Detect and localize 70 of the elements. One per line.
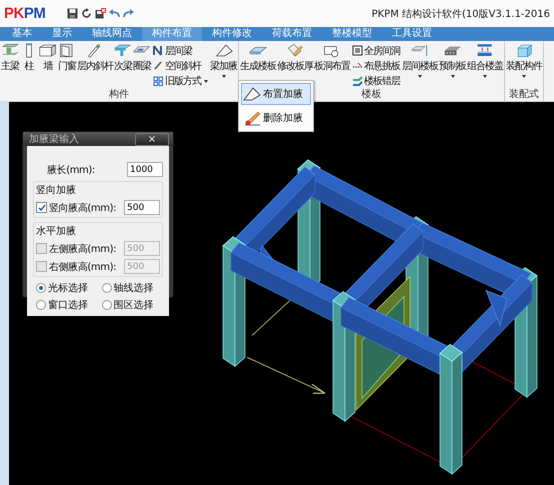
menu-item[interactable]: 删除加腋 [241,107,311,129]
field-label: 左侧腋高(mm): [49,242,116,256]
group-label: 构件 [109,89,129,101]
ribbon-button[interactable]: 旧版方式 [153,74,208,88]
ribbon-tab[interactable]: 构件修改 [202,27,262,41]
dropdown-arrow-icon [204,80,208,83]
ribbon-button[interactable]: 预制板 [439,43,466,89]
ribbon-tab[interactable]: 整楼模型 [322,27,382,41]
ribbon-button[interactable]: 柱 [20,43,38,89]
close-button[interactable]: × [135,132,169,146]
ribbon-button[interactable]: 板洞布置 [314,43,350,89]
field-label: 右侧腋高(mm): [49,260,116,274]
wedge-icon [243,86,261,102]
dropdown-arrow-icon [522,75,526,78]
composite-floor-icon [476,43,494,58]
ribbon-tab[interactable]: 基本 [2,27,42,41]
menu-item[interactable]: 布置加腋 [241,83,311,105]
refresh-icon[interactable] [81,8,92,19]
dialog-title: 加腋梁输入 [29,132,79,146]
group-title: 竖向加腋 [36,184,77,197]
ribbon-button[interactable]: 层内斜杆 [77,43,113,89]
dropdown-arrow-icon [483,75,487,78]
field-label: 竖向腋高(mm): [49,202,116,214]
rod-icon [153,60,164,72]
group-label: 楼板 [362,89,382,101]
dropdown-arrow-icon [222,75,226,78]
ribbon-button[interactable]: 装配构件 [506,43,542,89]
save-icon[interactable] [67,8,78,19]
ribbon-button[interactable]: 次梁 [114,43,132,89]
field-label: 腋长(mm): [47,164,95,176]
ribbon-button[interactable]: 层间梁 [153,44,208,58]
ribbon-tab[interactable]: 轴线网点 [82,27,142,41]
radio-option[interactable]: 围区选择 [102,298,163,312]
ribbon-button[interactable]: 全房间洞 [352,44,400,58]
ribbon-button[interactable]: 空间斜杆 [153,58,208,73]
brush-icon [243,110,261,126]
undo-icon[interactable] [109,8,120,19]
ribbon-button[interactable]: 墙 [39,43,57,89]
radio-option[interactable]: 轴线选择 [102,281,163,295]
checkbox[interactable] [36,202,47,213]
ribbon-button[interactable]: 圈梁 [133,43,151,89]
ribbon-button[interactable]: 层间楼板 [402,43,438,89]
wedge-icon [214,43,232,58]
radio-option[interactable]: 光标选择 [36,281,98,295]
stacked-slab-icon [411,43,429,58]
pencil-tag-icon [286,43,304,58]
ribbon-button[interactable]: 主梁 [1,43,19,89]
ribbon-button[interactable]: 布悬挑板 [352,58,400,73]
input-field[interactable]: 500 [124,200,160,215]
save-close-icon[interactable] [95,8,106,19]
dropdown-arrow-icon [418,75,422,78]
column-icon [26,43,32,58]
ribbon-button[interactable]: 楼板错层 [352,74,400,88]
radio-option[interactable]: 窗口选择 [36,298,98,312]
grid-icon [153,76,164,87]
ribbon-tab[interactable]: 荷载布置 [262,27,322,41]
redo-icon[interactable] [123,8,134,19]
ribbon-button[interactable]: 门窗 [58,43,76,89]
window-title: PKPM 结构设计软件(10版V3.1.1-2016 [372,8,550,20]
ribbon-tab[interactable]: 显示 [42,27,82,41]
group-label: 装配式 [509,89,539,101]
ribbon-button[interactable]: 组合楼盖 [467,43,503,89]
group-title: 水平加腋 [36,224,77,238]
ribbon-button[interactable]: 梁加腋 [210,43,237,89]
ribbon-tab[interactable]: 工具设置 [382,27,442,41]
app-logo: PKPM [4,5,46,22]
wall-icon [39,43,57,58]
dropdown-arrow-icon [450,75,454,78]
cube-icon [515,43,533,58]
input-field[interactable]: 1000 [127,162,163,177]
